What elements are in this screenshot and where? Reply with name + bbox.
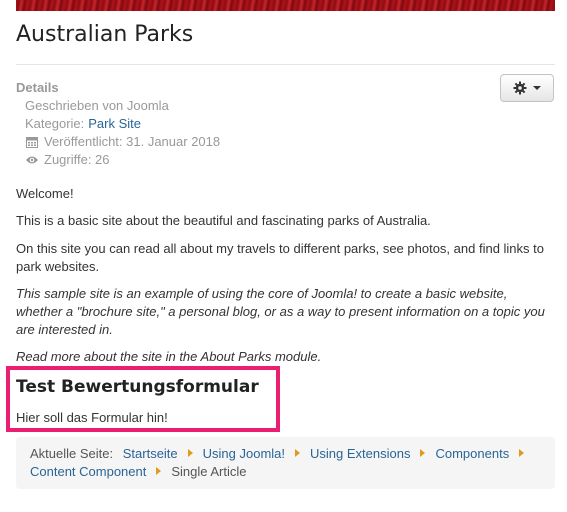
breadcrumb-link-using-extensions[interactable]: Using Extensions <box>310 446 410 461</box>
author-text: Geschrieben von Joomla <box>25 98 169 113</box>
breadcrumb-separator-icon <box>420 449 426 457</box>
author-row: Geschrieben von Joomla <box>16 97 220 115</box>
paragraph-read-more: Read more about the site in the About Pa… <box>16 349 322 364</box>
breadcrumb-current: Single Article <box>171 464 247 479</box>
hits-row: Zugriffe: 26 <box>16 151 220 169</box>
paragraph-welcome: Welcome! <box>16 186 74 201</box>
hits-count: Zugriffe: 26 <box>44 152 110 167</box>
breadcrumb-separator-icon <box>519 449 525 457</box>
paragraph-travels: On this site you can read all about my t… <box>16 241 544 274</box>
caret-down-icon <box>533 86 541 90</box>
eye-icon <box>25 153 39 167</box>
breadcrumb-separator-icon <box>295 449 301 457</box>
calendar-icon <box>25 135 39 149</box>
breadcrumb-link-home[interactable]: Startseite <box>123 446 178 461</box>
test-section-title: Test Bewertungsformular <box>16 377 259 397</box>
hero-image <box>16 0 555 11</box>
published-row: Veröffentlicht: 31. Januar 2018 <box>16 133 220 151</box>
paragraph-intro: This is a basic site about the beautiful… <box>16 213 431 228</box>
gear-icon <box>513 81 527 95</box>
paragraph-sample: This sample site is an example of using … <box>16 286 545 337</box>
breadcrumb: Aktuelle Seite: Startseite Using Joomla! U… <box>16 437 555 489</box>
article-tools-button[interactable] <box>500 74 554 102</box>
category-row: Kategorie: Park Site <box>16 115 220 133</box>
details-heading: Details <box>16 80 59 95</box>
published-date: Veröffentlicht: 31. Januar 2018 <box>44 134 221 149</box>
test-section-text: Hier soll das Formular hin! <box>16 410 168 425</box>
breadcrumb-link-content-component[interactable]: Content Component <box>30 464 146 479</box>
breadcrumb-label: Aktuelle Seite: <box>30 446 114 461</box>
page-title: Australian Parks <box>16 22 194 47</box>
breadcrumb-link-components[interactable]: Components <box>435 446 509 461</box>
category-link[interactable]: Park Site <box>88 115 141 133</box>
breadcrumb-link-using-joomla[interactable]: Using Joomla! <box>203 446 285 461</box>
breadcrumb-separator-icon <box>187 449 193 457</box>
divider <box>16 64 555 65</box>
category-label: Kategorie: <box>25 116 85 131</box>
breadcrumb-separator-icon <box>156 467 162 475</box>
article-details: Details Geschrieben von Joomla Kategorie… <box>16 79 220 169</box>
